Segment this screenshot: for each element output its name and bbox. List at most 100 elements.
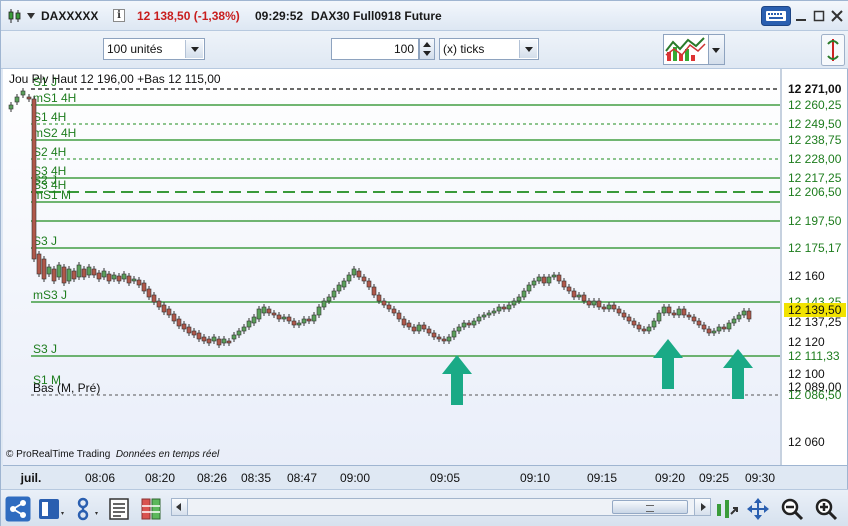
scroll-left-icon[interactable] (172, 499, 188, 515)
candle-body (331, 290, 337, 298)
candle-body (431, 332, 437, 338)
trading-window: DAXXXXX i 12 138,50 (-1,38%) 09:29:52 DA… (0, 0, 848, 526)
chart-type-dropdown-icon[interactable] (27, 13, 35, 19)
candle-body (556, 274, 562, 282)
candle-body (271, 312, 277, 316)
link-icon[interactable] (73, 496, 103, 522)
candle-body (521, 290, 527, 298)
candle-body (351, 268, 357, 276)
auto-scale-icon[interactable] (713, 496, 739, 522)
scroll-right-icon[interactable] (694, 499, 710, 515)
instrument-name[interactable]: DAXXXXX (41, 9, 98, 23)
copyright-brand: © ProRealTime Trading (6, 449, 111, 460)
tick-count-input[interactable]: 100 (331, 38, 419, 60)
candle-body (671, 312, 677, 316)
candle-body (66, 268, 72, 282)
candle-body (14, 96, 20, 103)
horizontal-scrollbar[interactable] (171, 498, 711, 516)
maximize-icon[interactable] (811, 6, 827, 26)
chart-settings-icon[interactable] (821, 34, 845, 66)
info-icon[interactable]: i (113, 9, 125, 22)
price-chart[interactable]: S1 JmS1 4H S1 4H mS2 4H S2 4H S3 4H S2 J S3 4H… (3, 69, 847, 465)
candle-body (196, 332, 202, 340)
candle-body (736, 314, 742, 320)
tick-mode-chevron-down-icon[interactable] (519, 40, 537, 58)
candle-body (296, 322, 302, 326)
units-select[interactable]: 100 unités (103, 38, 205, 60)
candle-body (471, 320, 477, 326)
candle-body (706, 328, 712, 334)
candle-body (286, 316, 292, 322)
candle-body (106, 273, 112, 282)
candlestick-icon[interactable] (7, 8, 23, 24)
candle-body (491, 310, 497, 314)
price-tick-label: 12 120 (788, 335, 825, 349)
tick-count-stepper[interactable] (419, 38, 435, 60)
keyboard-icon[interactable] (761, 6, 791, 26)
candle-body (256, 308, 262, 320)
price-tick-label: 12 249,50 (788, 117, 842, 131)
candle-body (216, 338, 222, 346)
minimize-icon[interactable] (793, 6, 809, 26)
level-label: S2 4H (33, 145, 66, 159)
units-chevron-down-icon[interactable] (185, 40, 203, 58)
candle-body (176, 318, 182, 327)
candle-body (376, 294, 382, 302)
level-label: Bas (M, Pré) (33, 381, 100, 395)
layout-icon[interactable] (37, 496, 67, 522)
time-tick-label: 09:05 (429, 471, 461, 485)
indicators-button[interactable] (663, 34, 709, 65)
candle-body (526, 284, 532, 292)
stepper-up-icon[interactable] (423, 42, 431, 47)
plot-gradient (3, 69, 780, 465)
indicators-dropdown-button[interactable] (709, 34, 725, 65)
candle-body (401, 318, 407, 326)
level-label: mS1 4H (33, 91, 76, 105)
time-axis[interactable]: juil. 08:06 08:20 08:26 08:35 08:47 09:0… (3, 465, 847, 489)
scroll-thumb[interactable] (612, 500, 688, 514)
zoom-out-icon[interactable] (779, 496, 805, 522)
candle-body (41, 258, 47, 280)
positions-icon[interactable] (139, 496, 165, 522)
stepper-down-icon[interactable] (423, 51, 431, 56)
candle-body (141, 282, 147, 292)
close-icon[interactable] (829, 6, 845, 26)
level-label: S3 J (33, 342, 57, 356)
candle-body (566, 286, 572, 292)
price-tick-label: 12 271,00 (788, 82, 842, 96)
candle-body (236, 330, 242, 336)
chart-canvas[interactable]: S1 JmS1 4HS1 4HmS2 4HS2 4HS3 4HS2 JS3 4H… (3, 69, 847, 465)
candle-body (636, 324, 642, 330)
price-tick-label: 12 137,25 (788, 315, 842, 329)
candle-body (306, 318, 312, 322)
candle-body (561, 280, 567, 288)
candle-body (696, 320, 702, 326)
candle-body (641, 328, 647, 332)
candle-body (341, 280, 347, 288)
price-tick-label: 12 197,50 (788, 214, 842, 228)
fit-to-screen-icon[interactable] (745, 496, 771, 522)
candle-body (446, 336, 452, 342)
candle-body (691, 316, 697, 322)
price-tick-label: 12 086,50 (788, 388, 842, 402)
zoom-in-icon[interactable] (813, 496, 839, 522)
candle-body (531, 280, 537, 286)
candle-body (391, 308, 397, 314)
candle-body (261, 306, 267, 314)
time-tick-label: 08:20 (144, 471, 176, 485)
candle-body (281, 316, 287, 320)
time-tick-label: 08:35 (240, 471, 272, 485)
candle-body (191, 330, 197, 336)
candle-body (541, 276, 547, 284)
time-tick-label: 09:00 (339, 471, 371, 485)
share-icon[interactable] (5, 496, 31, 522)
candle-body (326, 296, 332, 302)
candle-body (226, 340, 232, 344)
candle-body (156, 300, 162, 308)
order-book-icon[interactable] (107, 496, 133, 522)
tick-mode-select[interactable]: (x) ticks (439, 38, 539, 60)
candle-body (501, 306, 507, 310)
candle-body (576, 294, 582, 298)
candle-body (276, 314, 282, 320)
contract-name: DAX30 Full0918 Future (311, 9, 442, 23)
